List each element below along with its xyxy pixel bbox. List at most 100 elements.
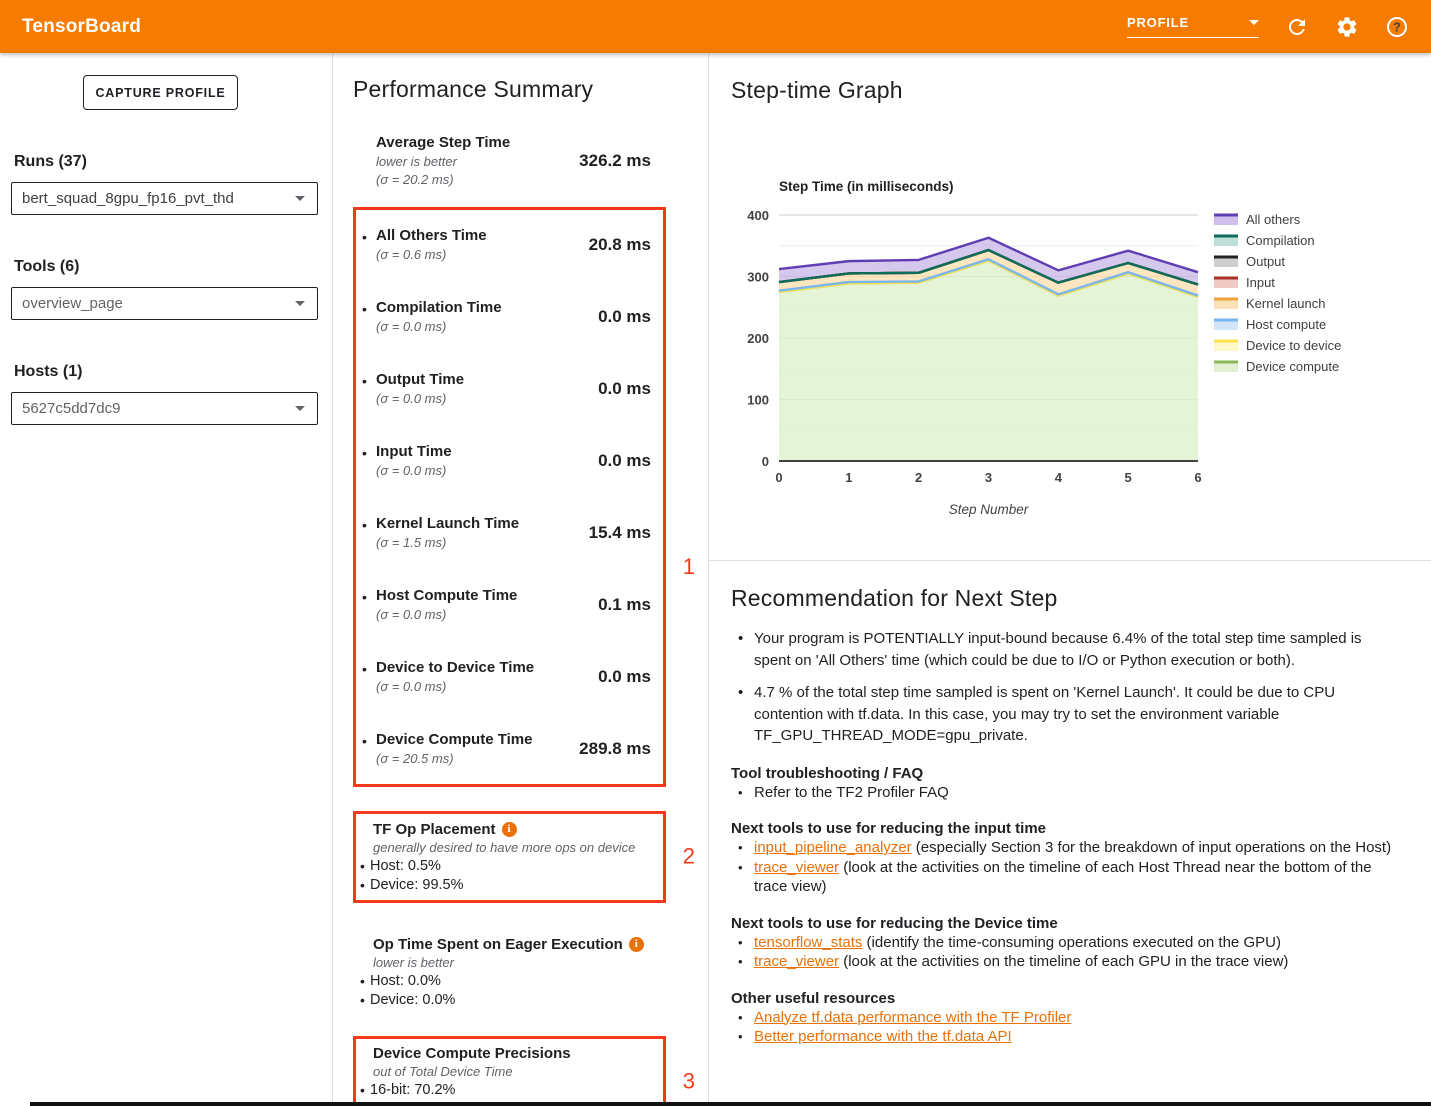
bullet-dot: • xyxy=(362,445,376,461)
reload-icon[interactable] xyxy=(1285,15,1309,39)
trace-viewer-link[interactable]: trace_viewer xyxy=(754,859,839,876)
list-item: •16-bit: 70.2% xyxy=(356,1081,663,1100)
metric-value: 326.2 ms xyxy=(579,151,651,171)
capture-profile-button[interactable]: CAPTURE PROFILE xyxy=(83,75,238,110)
list-item: •Device: 0.0% xyxy=(356,991,708,1010)
runs-label: Runs (37) xyxy=(14,153,318,171)
list-item: tensorflow_stats (identify the time-cons… xyxy=(731,933,1397,953)
chevron-down-icon xyxy=(295,301,305,306)
metric-value: 0.1 ms xyxy=(598,595,651,615)
dashboard-selector[interactable]: PROFILE xyxy=(1127,15,1259,38)
settings-gear-icon[interactable] xyxy=(1335,15,1359,39)
step-time-graph-title: Step-time Graph xyxy=(731,77,1431,104)
svg-text:0: 0 xyxy=(775,470,782,485)
svg-text:Step Time (in milliseconds): Step Time (in milliseconds) xyxy=(779,179,954,194)
section-list: tensorflow_stats (identify the time-cons… xyxy=(731,933,1397,972)
bullet-dot: • xyxy=(356,1081,370,1100)
svg-text:Compilation: Compilation xyxy=(1246,233,1315,248)
runs-select[interactable]: bert_squad_8gpu_fp16_pvt_thd xyxy=(11,182,318,215)
trace-viewer-link[interactable]: trace_viewer xyxy=(754,953,839,970)
tools-select-value: overview_page xyxy=(22,295,123,312)
step-time-chart[interactable]: 01002003004000123456Step Time (in millis… xyxy=(709,164,1431,529)
step-time-graph-card: Step-time Graph 01002003004000123456Step… xyxy=(709,77,1431,561)
hosts-select[interactable]: 5627c5dd7dc9 xyxy=(11,392,318,425)
svg-text:2: 2 xyxy=(915,470,922,485)
svg-text:400: 400 xyxy=(747,208,769,223)
metric-title: Input Time xyxy=(376,442,452,462)
bullet-dot: • xyxy=(362,661,376,677)
svg-text:100: 100 xyxy=(747,393,769,408)
recommendation-bullet: 4.7 % of the total step time sampled is … xyxy=(731,682,1397,747)
bullet-dot: • xyxy=(356,857,370,876)
summary-item: • All Others Time (σ = 0.6 ms) 20.8 ms xyxy=(362,226,651,264)
help-icon[interactable]: ? xyxy=(1385,15,1409,39)
metric-title: Device Compute Time xyxy=(376,730,532,750)
tfdata-api-link[interactable]: Better performance with the tf.data API xyxy=(754,1028,1012,1045)
input-pipeline-analyzer-link[interactable]: input_pipeline_analyzer xyxy=(754,839,912,856)
bullet-dot: • xyxy=(362,373,376,389)
tf-op-placement-title: TF Op Placement xyxy=(356,820,663,839)
section-list: input_pipeline_analyzer (especially Sect… xyxy=(731,838,1397,897)
hosts-select-value: 5627c5dd7dc9 xyxy=(22,400,120,417)
svg-text:Device to device: Device to device xyxy=(1246,338,1341,353)
tfdata-profiler-link[interactable]: Analyze tf.data performance with the TF … xyxy=(754,1009,1071,1026)
svg-text:?: ? xyxy=(1393,20,1401,34)
bullet-dot: • xyxy=(362,589,376,605)
section-list: Refer to the TF2 Profiler FAQ xyxy=(731,783,1397,803)
tools-select[interactable]: overview_page xyxy=(11,287,318,320)
metric-value: 289.8 ms xyxy=(579,739,651,759)
recommendation-card: Recommendation for Next Step Your progra… xyxy=(709,561,1431,1047)
metric-value: 0.0 ms xyxy=(598,379,651,399)
list-item: Analyze tf.data performance with the TF … xyxy=(731,1008,1397,1028)
recommendation-bullets: Your program is POTENTIALLY input-bound … xyxy=(731,628,1397,747)
info-icon[interactable] xyxy=(502,822,517,837)
tf-op-placement-note: generally desired to have more ops on de… xyxy=(356,839,663,857)
metric-sigma: (σ = 0.6 ms) xyxy=(376,246,487,264)
summary-item: • Device Compute Time (σ = 20.5 ms) 289.… xyxy=(362,730,651,768)
list-item: trace_viewer (look at the activities on … xyxy=(731,952,1397,972)
eager-title: Op Time Spent on Eager Execution xyxy=(356,935,708,954)
metric-sigma: (σ = 0.0 ms) xyxy=(376,462,452,480)
metric-sigma: (σ = 20.2 ms) xyxy=(376,171,510,189)
metric-value: 20.8 ms xyxy=(589,235,651,255)
svg-text:1: 1 xyxy=(845,470,852,485)
svg-text:Kernel launch: Kernel launch xyxy=(1246,296,1326,311)
svg-text:5: 5 xyxy=(1125,470,1132,485)
list-item: •Host: 0.5% xyxy=(356,857,663,876)
annotation-number-3: 3 xyxy=(683,1071,695,1090)
recommendation-title: Recommendation for Next Step xyxy=(731,585,1397,612)
tools-label: Tools (6) xyxy=(14,258,318,276)
hosts-label: Hosts (1) xyxy=(14,363,318,381)
list-item: •Host: 0.0% xyxy=(356,972,708,991)
eager-note: lower is better xyxy=(356,954,708,972)
chevron-down-icon xyxy=(1249,20,1259,25)
metric-title: Average Step Time xyxy=(376,133,510,153)
metric-title: Kernel Launch Time xyxy=(376,514,519,534)
bullet-dot: • xyxy=(362,733,376,749)
performance-summary-title: Performance Summary xyxy=(353,76,708,103)
metric-title: Compilation Time xyxy=(376,298,502,318)
metric-title: Host Compute Time xyxy=(376,586,517,606)
metric-title: Output Time xyxy=(376,370,464,390)
summary-item: • Output Time (σ = 0.0 ms) 0.0 ms xyxy=(362,370,651,408)
annotation-box-1: 1 • All Others Time (σ = 0.6 ms) 20.8 ms… xyxy=(353,207,666,787)
tensorflow-stats-link[interactable]: tensorflow_stats xyxy=(754,934,862,951)
bullet-dot: • xyxy=(356,991,370,1010)
metric-sigma: (σ = 0.0 ms) xyxy=(376,390,464,408)
summary-item: • Compilation Time (σ = 0.0 ms) 0.0 ms xyxy=(362,298,651,336)
window-bottom-edge xyxy=(30,1102,1431,1106)
right-panel: Step-time Graph 01002003004000123456Step… xyxy=(708,53,1431,1106)
chevron-down-icon xyxy=(295,196,305,201)
bullet-dot: • xyxy=(362,229,376,245)
section-heading: Next tools to use for reducing the input… xyxy=(731,819,1397,838)
dashboard-selector-value: PROFILE xyxy=(1127,15,1189,30)
summary-item: • Kernel Launch Time (σ = 1.5 ms) 15.4 m… xyxy=(362,514,651,552)
metric-sigma: (σ = 0.0 ms) xyxy=(376,678,534,696)
svg-text:3: 3 xyxy=(985,470,992,485)
info-icon[interactable] xyxy=(629,937,644,952)
metric-sigma: (σ = 20.5 ms) xyxy=(376,750,532,768)
list-item: Refer to the TF2 Profiler FAQ xyxy=(731,783,1397,803)
precisions-note: out of Total Device Time xyxy=(356,1063,663,1081)
svg-text:All others: All others xyxy=(1246,212,1301,227)
bullet-dot: • xyxy=(362,517,376,533)
